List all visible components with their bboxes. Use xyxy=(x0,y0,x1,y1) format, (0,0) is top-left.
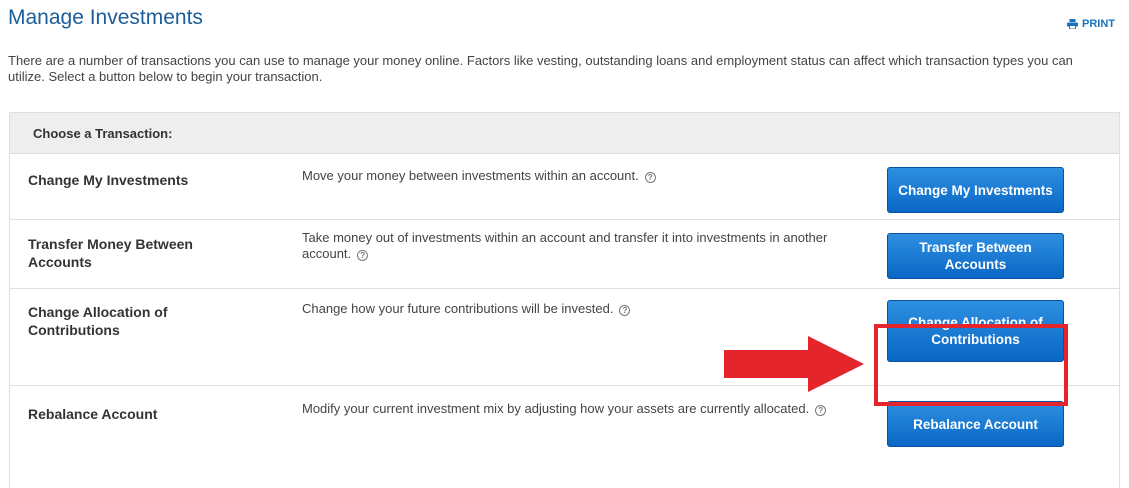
rebalance-account-button[interactable]: Rebalance Account xyxy=(887,401,1064,447)
question-circle-icon[interactable]: ? xyxy=(815,405,827,416)
transfer-between-accounts-button[interactable]: Transfer Between Accounts xyxy=(887,233,1064,279)
question-circle-icon[interactable]: ? xyxy=(644,172,656,183)
row-title: Change My Investments xyxy=(28,172,189,188)
intro-text: There are a number of transactions you c… xyxy=(8,53,1073,84)
question-circle-icon[interactable]: ? xyxy=(357,250,369,261)
row-description-text: Modify your current investment mix by ad… xyxy=(302,401,810,416)
highlight-box xyxy=(874,324,1068,406)
print-label: PRINT xyxy=(1082,18,1115,30)
row-title: Transfer Money Between Accounts xyxy=(28,236,193,270)
red-arrow-icon xyxy=(724,336,864,392)
row-description-text: Change how your future contributions wil… xyxy=(302,301,614,316)
transaction-table: Choose a Transaction: Change My Investme… xyxy=(9,112,1120,488)
row-description: Move your money between investments with… xyxy=(302,168,832,184)
table-row: Transfer Money Between Accounts Take mon… xyxy=(10,220,1119,289)
page-title: Manage Investments xyxy=(8,6,203,29)
row-description: Change how your future contributions wil… xyxy=(302,301,832,317)
row-title: Change Allocation of Contributions xyxy=(28,304,168,338)
row-title: Rebalance Account xyxy=(28,406,158,422)
row-description: Take money out of investments within an … xyxy=(302,230,832,262)
print-link[interactable]: PRINT xyxy=(1067,18,1115,30)
printer-icon xyxy=(1067,19,1078,29)
table-header: Choose a Transaction: xyxy=(10,113,1119,154)
row-description: Modify your current investment mix by ad… xyxy=(302,401,832,417)
row-description-text: Move your money between investments with… xyxy=(302,168,639,183)
question-circle-icon[interactable]: ? xyxy=(619,305,631,316)
table-row: Change My Investments Move your money be… xyxy=(10,154,1119,220)
row-description-text: Take money out of investments within an … xyxy=(302,230,828,261)
change-my-investments-button[interactable]: Change My Investments xyxy=(887,167,1064,213)
